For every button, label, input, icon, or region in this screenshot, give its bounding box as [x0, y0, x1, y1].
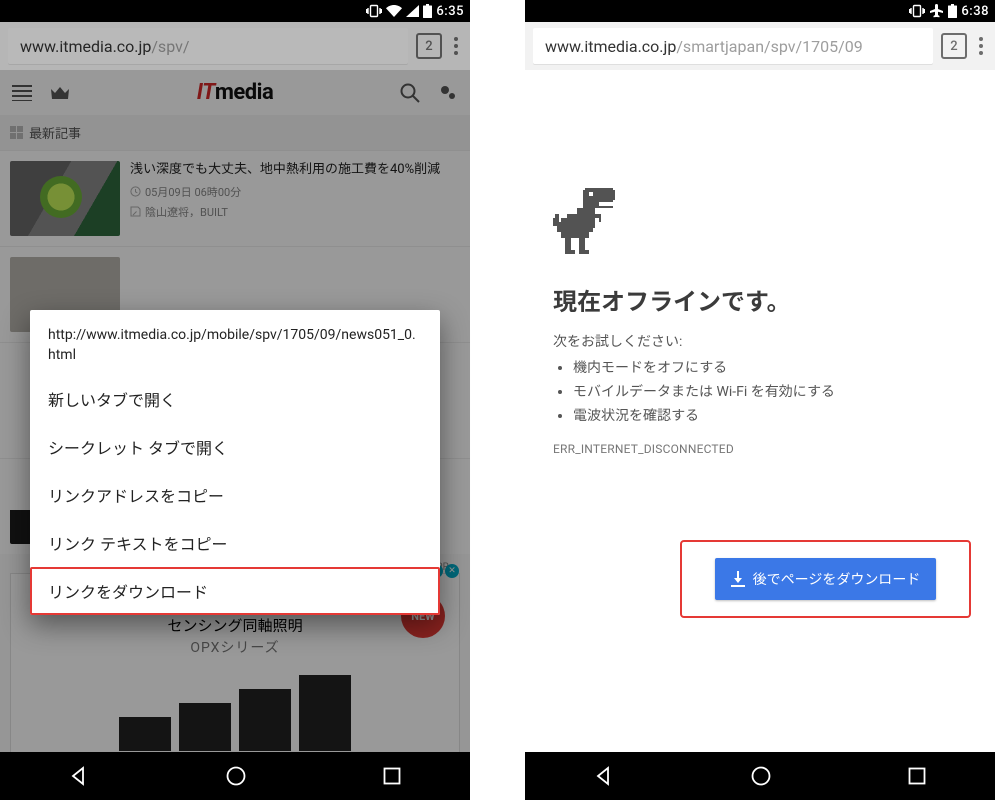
phone-left: 6:35 www.itmedia.co.jp/spv/ 2 ITmedia — [0, 0, 470, 800]
link-context-menu: http://www.itmedia.co.jp/mobile/spv/1705… — [30, 310, 440, 615]
vibrate-icon — [366, 4, 382, 18]
offline-title: 現在オフラインです。 — [553, 282, 967, 317]
offline-tip: モバイルデータまたは Wi-Fi を有効にする — [573, 381, 967, 405]
url-path: /spv/ — [151, 37, 189, 56]
url-host: www.itmedia.co.jp — [545, 37, 676, 56]
recent-icon[interactable] — [907, 766, 927, 786]
back-icon[interactable] — [68, 765, 90, 787]
download-icon — [731, 571, 745, 587]
offline-error-code: ERR_INTERNET_DISCONNECTED — [553, 442, 967, 456]
battery-icon — [423, 4, 432, 18]
menu-open-new-tab[interactable]: 新しいタブで開く — [30, 375, 440, 423]
home-icon[interactable] — [225, 765, 247, 787]
url-host: www.itmedia.co.jp — [20, 37, 151, 56]
status-time: 6:35 — [436, 4, 464, 19]
tab-switcher[interactable]: 2 — [941, 33, 967, 59]
omnibox[interactable]: www.itmedia.co.jp/smartjapan/spv/1705/09 — [533, 28, 933, 64]
status-time: 6:38 — [961, 4, 989, 19]
offline-page: 現在オフラインです。 次をお試しください: 機内モードをオフにする モバイルデー… — [525, 70, 995, 752]
offline-tips: 機内モードをオフにする モバイルデータまたは Wi-Fi を有効にする 電波状況… — [573, 357, 967, 428]
android-navbar — [0, 752, 470, 800]
tab-count: 2 — [950, 39, 957, 54]
tab-count: 2 — [425, 39, 432, 54]
omnibox[interactable]: www.itmedia.co.jp/spv/ — [8, 28, 408, 64]
menu-download-link[interactable]: リンクをダウンロード — [30, 567, 440, 615]
browser-toolbar: www.itmedia.co.jp/spv/ 2 — [0, 22, 470, 70]
menu-copy-link-text[interactable]: リンク テキストをコピー — [30, 519, 440, 567]
browser-toolbar: www.itmedia.co.jp/smartjapan/spv/1705/09… — [525, 22, 995, 70]
signal-icon — [406, 5, 419, 17]
offline-lead: 次をお試しください: — [553, 331, 967, 351]
wifi-icon — [386, 5, 402, 17]
status-bar: 6:35 — [0, 0, 470, 22]
context-menu-url: http://www.itmedia.co.jp/mobile/spv/1705… — [30, 326, 440, 375]
offline-tip: 電波状況を確認する — [573, 405, 967, 429]
airplane-icon — [929, 4, 944, 18]
page-body: ITmedia 最新記事 浅い深度でも大丈夫、地中熱利用の施工費を40%削減 0… — [0, 70, 470, 752]
menu-copy-link-address[interactable]: リンクアドレスをコピー — [30, 471, 440, 519]
status-bar: 6:38 — [525, 0, 995, 22]
download-later-button[interactable]: 後でページをダウンロード — [715, 558, 937, 600]
vibrate-icon — [909, 4, 925, 18]
menu-open-incognito[interactable]: シークレット タブで開く — [30, 423, 440, 471]
offline-tip: 機内モードをオフにする — [573, 357, 967, 381]
home-icon[interactable] — [750, 765, 772, 787]
download-later-highlight: 後でページをダウンロード — [680, 540, 971, 618]
url-path: /smartjapan/spv/1705/09 — [676, 37, 862, 56]
phone-right: 6:38 www.itmedia.co.jp/smartjapan/spv/17… — [525, 0, 995, 800]
menu-icon[interactable] — [975, 33, 987, 59]
tab-switcher[interactable]: 2 — [416, 33, 442, 59]
android-navbar — [525, 752, 995, 800]
dino-icon[interactable] — [553, 188, 967, 260]
battery-icon — [948, 4, 957, 18]
recent-icon[interactable] — [382, 766, 402, 786]
download-later-label: 後でページをダウンロード — [753, 569, 921, 589]
menu-icon[interactable] — [450, 33, 462, 59]
back-icon[interactable] — [593, 765, 615, 787]
